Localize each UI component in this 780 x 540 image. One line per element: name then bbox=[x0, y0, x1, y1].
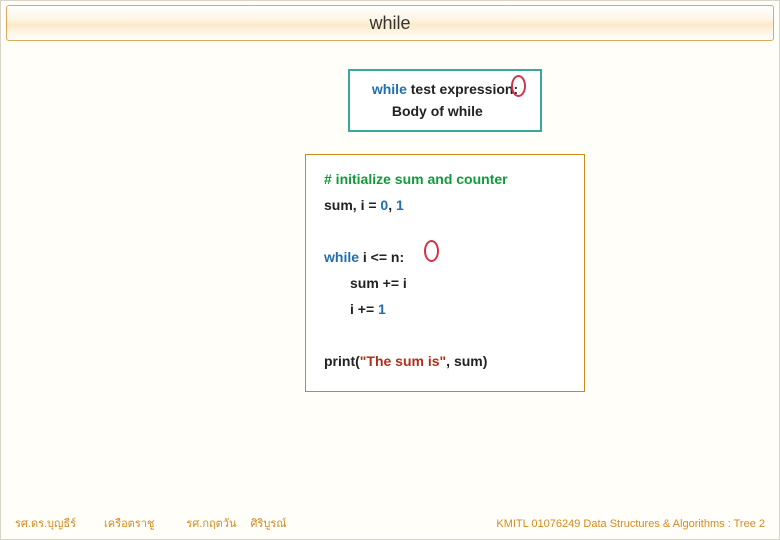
code-text: i <= n bbox=[359, 249, 399, 265]
syntax-keyword: while bbox=[372, 81, 407, 97]
code-keyword: while bbox=[324, 249, 359, 265]
code-text: i += bbox=[350, 301, 378, 317]
syntax-box: while test expression: Body of while bbox=[348, 69, 542, 132]
slide-stage: while while test expression: Body of whi… bbox=[0, 0, 780, 540]
slide-title: while bbox=[369, 13, 410, 34]
footer-author-2-name: รศ.กฤตวัน bbox=[186, 514, 236, 532]
code-string: "The sum is" bbox=[360, 353, 446, 369]
title-bar: while bbox=[6, 5, 774, 41]
code-text: sum, i = bbox=[324, 197, 380, 213]
code-comment: # initialize sum and counter bbox=[324, 167, 566, 193]
code-sum-line: sum += i bbox=[350, 271, 566, 297]
syntax-expression: test expression bbox=[407, 81, 514, 97]
syntax-body: Body of while bbox=[392, 101, 518, 123]
footer: รศ.ดร.บุญธีร์ เครือตราชู รศ.กฤตวัน ศิริบ… bbox=[1, 514, 779, 532]
code-inc-line: i += 1 bbox=[350, 297, 566, 323]
code-text: print( bbox=[324, 353, 360, 369]
code-blank-line bbox=[324, 323, 566, 349]
code-number: 1 bbox=[396, 197, 404, 213]
code-colon: : bbox=[399, 249, 404, 265]
code-text: , bbox=[388, 197, 396, 213]
code-print-line: print("The sum is", sum) bbox=[324, 349, 566, 375]
footer-author-2-surname: ศิริบูรณ์ bbox=[250, 514, 286, 532]
code-blank-line bbox=[324, 219, 566, 245]
code-number: 1 bbox=[378, 301, 386, 317]
highlight-circle-icon bbox=[511, 75, 526, 97]
code-init-line: sum, i = 0, 1 bbox=[324, 193, 566, 219]
syntax-line-1: while test expression: bbox=[372, 79, 518, 101]
footer-author-1-name: รศ.ดร.บุญธีร์ bbox=[15, 514, 76, 532]
code-while-line: while i <= n: bbox=[324, 245, 566, 271]
footer-course-info: KMITL 01076249 Data Structures & Algorit… bbox=[496, 518, 765, 530]
footer-author-1-surname: เครือตราชู bbox=[104, 514, 154, 532]
content-area: while test expression: Body of while # i… bbox=[1, 41, 779, 392]
code-text: , sum) bbox=[446, 353, 487, 369]
code-box: # initialize sum and counter sum, i = 0,… bbox=[305, 154, 585, 391]
